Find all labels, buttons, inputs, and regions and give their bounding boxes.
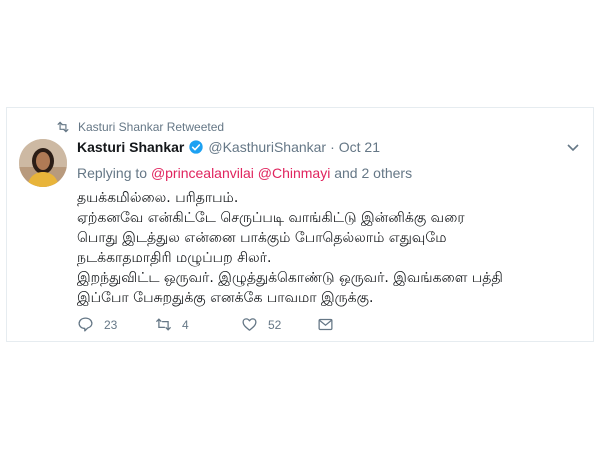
- tweet-text-line: ஏற்கனவே என்கிட்டே செருப்படி வாங்கிட்டு இ…: [77, 210, 465, 226]
- tweet-text-line: இப்போ பேசுறதுக்கு எனக்கே பாவமா இருக்கு.: [77, 290, 374, 306]
- retweet-button[interactable]: 4: [155, 316, 241, 333]
- reply-button[interactable]: 23: [77, 316, 155, 333]
- tweet-text-line: பொது இடத்துல என்னை பாக்கும் போதெல்லாம் எ…: [77, 230, 447, 246]
- header-separator: ·: [330, 139, 335, 155]
- tweet-actions: 23 4 52: [77, 316, 334, 333]
- retweet-icon: [57, 121, 69, 133]
- replying-to: Replying to @princealanvilai @Chinmayi a…: [77, 165, 412, 181]
- replying-to-suffix[interactable]: and 2 others: [330, 165, 412, 181]
- display-name[interactable]: Kasturi Shankar: [77, 139, 184, 155]
- tweet-card[interactable]: Kasturi Shankar Retweeted Kasturi Shanka…: [6, 107, 594, 342]
- like-count: 52: [268, 317, 282, 332]
- tweet-date[interactable]: Oct 21: [339, 139, 380, 155]
- avatar-image: [19, 139, 67, 187]
- tweet-text-line: நடக்காதமாதிரி மழுப்பற சிலர்.: [77, 250, 272, 266]
- tweet-text-line: தயக்கமில்லை. பரிதாபம்.: [77, 190, 239, 206]
- reply-icon: [78, 317, 93, 332]
- envelope-icon: [318, 318, 333, 331]
- replying-to-prefix: Replying to: [77, 165, 151, 181]
- user-handle[interactable]: @KasthuriShankar: [208, 139, 326, 155]
- mention-link[interactable]: @Chinmayi: [258, 165, 331, 181]
- tweet-text-line: இறந்துவிட்ட ஒருவர். இழுத்துக்கொண்டு ஒருவ…: [77, 270, 503, 286]
- tweet-header: Kasturi Shankar @KasthuriShankar · Oct 2…: [77, 139, 380, 155]
- verified-badge-icon: [189, 140, 204, 154]
- direct-message-button[interactable]: [317, 316, 334, 333]
- chevron-down-icon[interactable]: [567, 144, 579, 152]
- retweet-count: 4: [182, 317, 189, 332]
- retweet-icon: [155, 318, 172, 331]
- retweet-context-label: Kasturi Shankar Retweeted: [78, 120, 225, 134]
- retweet-context: Kasturi Shankar Retweeted: [56, 120, 224, 134]
- mention-link[interactable]: @princealanvilai: [151, 165, 254, 181]
- avatar[interactable]: [19, 139, 67, 187]
- tweet-text: தயக்கமில்லை. பரிதாபம். ஏற்கனவே என்கிட்டே…: [77, 188, 577, 308]
- reply-count: 23: [104, 317, 118, 332]
- like-button[interactable]: 52: [241, 316, 317, 333]
- heart-icon: [242, 318, 257, 331]
